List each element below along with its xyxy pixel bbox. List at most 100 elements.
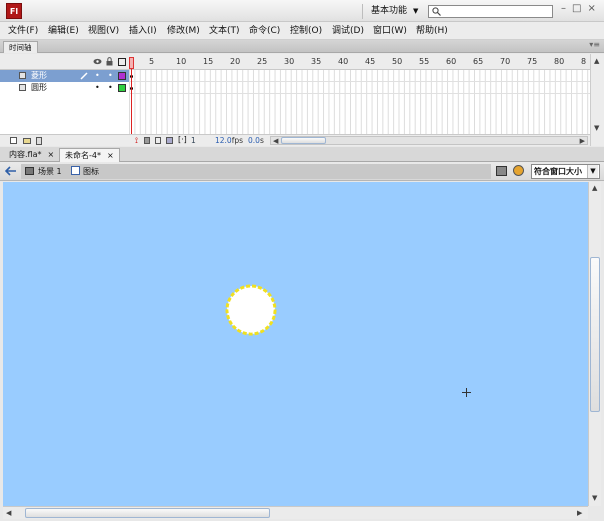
delete-layer-icon[interactable]: [36, 137, 42, 145]
timeline-tab-bar: 时间轴 ▾≡: [0, 40, 604, 53]
zoom-select[interactable]: 符合窗口大小 ▼: [531, 164, 600, 179]
layer-icon: [19, 84, 26, 91]
frame-grid[interactable]: [129, 70, 590, 134]
stage-horizontal-scrollbar[interactable]: ◀ ▶: [3, 506, 588, 519]
tab-timeline[interactable]: 时间轴: [3, 41, 38, 53]
elapsed-time: 0.0s: [248, 136, 264, 145]
modify-markers-icon[interactable]: [·]: [178, 135, 187, 144]
symbol-icon: [71, 166, 80, 175]
minimize-button[interactable]: –: [561, 3, 572, 14]
menu-debug[interactable]: 调试(D): [332, 25, 364, 37]
close-icon[interactable]: ×: [107, 151, 114, 160]
frame-number: 45: [365, 57, 376, 66]
menu-text[interactable]: 文本(T): [209, 25, 240, 37]
crosshair-icon: [462, 388, 471, 397]
chevron-down-icon: ▼: [587, 165, 598, 178]
frame-number: 55: [419, 57, 430, 66]
close-icon[interactable]: ×: [47, 150, 54, 159]
tab-label: 未命名-4*: [65, 151, 101, 160]
lock-toggle[interactable]: •: [108, 70, 113, 82]
onion-outline-icon[interactable]: [155, 137, 161, 144]
edit-symbol-icon[interactable]: [513, 165, 524, 176]
layer-list: 菱形 • • 圆形 • •: [0, 70, 129, 134]
new-folder-icon[interactable]: [23, 138, 31, 144]
lock-icon[interactable]: [106, 57, 113, 66]
maximize-button[interactable]: □: [572, 3, 587, 14]
panel-menu-icon[interactable]: ▾≡: [589, 40, 600, 49]
menu-modify[interactable]: 修改(M): [167, 25, 200, 37]
new-layer-icon[interactable]: [10, 137, 17, 144]
close-button[interactable]: ×: [587, 3, 601, 14]
frame-number: 10: [176, 57, 187, 66]
current-frame: 1: [191, 136, 196, 145]
chevron-down-icon: ▼: [413, 7, 419, 15]
menu-control[interactable]: 控制(O): [290, 25, 322, 37]
layer-icon: [19, 72, 26, 79]
flash-logo-icon: Fl: [6, 3, 22, 19]
frame-number: 35: [311, 57, 322, 66]
timeline-horizontal-scrollbar[interactable]: ◀ ▶: [270, 136, 588, 145]
frame-number: 5: [149, 57, 155, 66]
frame-number: 50: [392, 57, 403, 66]
layer-color-swatch[interactable]: [118, 72, 126, 80]
menu-help[interactable]: 帮助(H): [416, 25, 448, 37]
layer-row-circle[interactable]: 圆形 • •: [0, 82, 129, 94]
stage-canvas[interactable]: [3, 182, 588, 506]
edit-multiple-frames-icon[interactable]: [166, 137, 173, 144]
scene-icon: [25, 167, 34, 175]
pencil-icon: [80, 72, 88, 80]
workspace-switcher[interactable]: 基本功能 ▼: [362, 4, 418, 19]
document-tab-bar: 内容.fla* × 未命名-4* ×: [0, 147, 604, 162]
eye-icon[interactable]: [93, 58, 102, 65]
layer-row-diamond[interactable]: 菱形 • •: [0, 70, 129, 82]
timeline-status-bar: ⟟ [·] 1 12.0fps 0.0s ◀ ▶: [0, 134, 590, 146]
menu-bar: 文件(F) 编辑(E) 视图(V) 插入(I) 修改(M) 文本(T) 命令(C…: [0, 22, 604, 40]
breadcrumb: 场景 1 图标: [21, 164, 491, 179]
frame-number: 20: [230, 57, 241, 66]
layer-color-swatch[interactable]: [118, 84, 126, 92]
frame-number: 40: [338, 57, 349, 66]
edit-bar: 场景 1 图标 符合窗口大小 ▼: [0, 162, 604, 181]
layer-name: 菱形: [31, 71, 47, 80]
timeline-vertical-scrollbar[interactable]: ▲ ▼: [590, 54, 604, 146]
menu-window[interactable]: 窗口(W): [373, 25, 407, 37]
menu-file[interactable]: 文件(F): [8, 25, 38, 37]
menu-view[interactable]: 视图(V): [88, 25, 119, 37]
visibility-toggle[interactable]: •: [95, 70, 100, 82]
menu-insert[interactable]: 插入(I): [129, 25, 157, 37]
icon-symbol[interactable]: [224, 283, 278, 337]
back-arrow-icon[interactable]: [5, 166, 17, 176]
visibility-toggle[interactable]: •: [95, 82, 100, 94]
outline-icon[interactable]: [118, 58, 126, 66]
zoom-value: 符合窗口大小: [534, 167, 582, 176]
frame-number: 8: [581, 57, 587, 66]
help-search-input[interactable]: [428, 5, 553, 18]
frame-number: 30: [284, 57, 295, 66]
frame-number: 70: [500, 57, 511, 66]
timeline-header: 5 10 15 20 25 30 35 40 45 50 55 60 65 70…: [0, 54, 590, 70]
frame-rate[interactable]: 12.0fps: [215, 136, 243, 145]
frame-number: 60: [446, 57, 457, 66]
layer-name: 圆形: [31, 83, 47, 92]
frame-number: 25: [257, 57, 268, 66]
tab-document-content[interactable]: 内容.fla* ×: [4, 148, 59, 162]
title-bar: Fl 基本功能 ▼ –□×: [0, 0, 604, 22]
menu-edit[interactable]: 编辑(E): [48, 25, 79, 37]
frame-number: 75: [527, 57, 538, 66]
search-icon: [432, 7, 441, 16]
menu-commands[interactable]: 命令(C): [249, 25, 280, 37]
frame-number: 80: [554, 57, 565, 66]
frame-number: 65: [473, 57, 484, 66]
tab-label: 内容.fla*: [9, 150, 42, 159]
lock-toggle[interactable]: •: [108, 82, 113, 94]
tab-document-untitled[interactable]: 未命名-4* ×: [59, 148, 120, 162]
workspace-label: 基本功能: [371, 6, 408, 16]
center-frame-icon[interactable]: ⟟: [135, 136, 138, 146]
edit-scene-icon[interactable]: [496, 166, 507, 176]
window-controls: –□×: [561, 3, 602, 14]
frame-number: 15: [203, 57, 214, 66]
breadcrumb-symbol[interactable]: 图标: [83, 166, 99, 177]
stage-vertical-scrollbar[interactable]: ▲ ▼: [588, 182, 601, 506]
breadcrumb-scene[interactable]: 场景 1: [38, 166, 62, 177]
onion-skin-icon[interactable]: [144, 137, 150, 144]
